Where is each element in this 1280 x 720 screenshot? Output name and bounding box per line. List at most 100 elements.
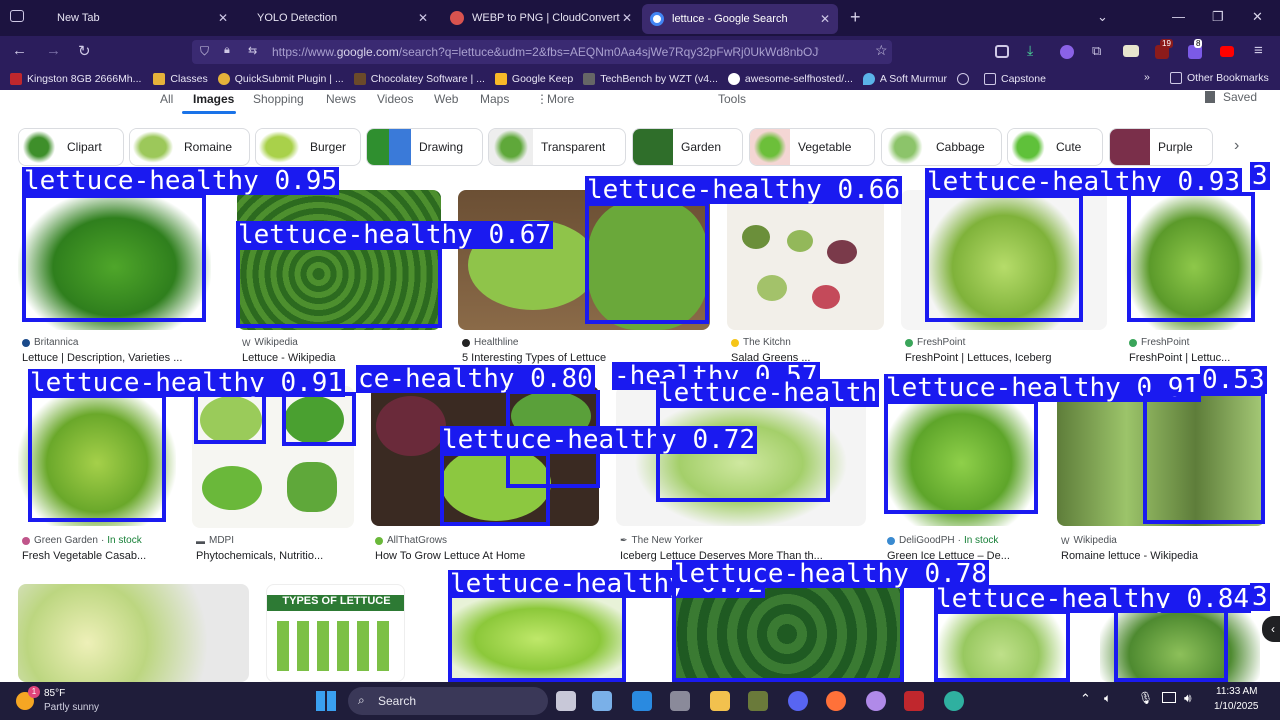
app-icon[interactable]	[866, 691, 886, 711]
close-icon[interactable]: ✕	[622, 11, 632, 25]
close-icon[interactable]: ✕	[218, 11, 228, 25]
tab-list-icon[interactable]	[10, 10, 24, 22]
chip-cabbage[interactable]: Cabbage	[881, 128, 1002, 166]
pocket-icon[interactable]	[995, 45, 1009, 58]
bookmark-item[interactable]: awesome-selfhosted/...	[727, 73, 853, 85]
tab-yolo-detection[interactable]: YOLO Detection ✕	[240, 3, 436, 33]
saved-link[interactable]: Saved	[1223, 90, 1257, 104]
discord-icon[interactable]	[788, 691, 808, 711]
back-icon[interactable]: ←	[12, 42, 27, 59]
youtube-icon[interactable]	[1220, 46, 1234, 57]
reload-icon[interactable]: ↻	[78, 42, 91, 60]
edge-icon[interactable]	[944, 691, 964, 711]
chip-burger[interactable]: Burger	[255, 128, 361, 166]
permissions-icon[interactable]: ⇆	[248, 44, 257, 57]
speaker-icon[interactable]: 🔈︎	[1104, 691, 1111, 706]
window-close-icon[interactable]: ✕	[1252, 9, 1263, 25]
bookmark-folder[interactable]: Capstone	[983, 73, 1046, 85]
result-source[interactable]: W Wikipedia	[1061, 535, 1117, 546]
result-image-types-of-lettuce[interactable]: TYPES OF LETTUCE	[266, 584, 405, 682]
weather-widget[interactable]: 1 85°F Partly sunny	[14, 686, 134, 716]
chevron-up-icon[interactable]: ⌃	[1080, 691, 1091, 707]
bookmark-item[interactable]: A Soft Murmur	[862, 73, 947, 85]
tab-news[interactable]: News	[326, 92, 356, 106]
download-icon[interactable]: ⤓	[1027, 42, 1033, 59]
result-title[interactable]: FreshPoint | Lettuces, Iceberg	[905, 352, 1105, 364]
minimize-icon[interactable]: —	[1172, 9, 1185, 24]
voicemeeter-icon[interactable]	[904, 691, 924, 711]
chevron-more-icon[interactable]: »	[1144, 71, 1150, 83]
task-view-icon[interactable]	[556, 691, 576, 711]
extension-c-icon[interactable]	[1060, 45, 1074, 59]
result-source[interactable]: ✒ The New Yorker	[620, 535, 703, 546]
clock-time[interactable]: 11:33 AM	[1216, 686, 1258, 697]
result-title[interactable]: How To Grow Lettuce At Home	[375, 550, 600, 562]
tab-web[interactable]: Web	[434, 92, 458, 106]
tab-shopping[interactable]: Shopping	[253, 92, 304, 106]
bookmark-item[interactable]: Kingston 8GB 2666Mh...	[10, 73, 141, 85]
snipping-tool-icon[interactable]	[670, 691, 690, 711]
other-bookmarks[interactable]: Other Bookmarks	[1170, 72, 1269, 84]
result-title[interactable]: Romaine lettuce - Wikipedia	[1061, 550, 1261, 562]
chevron-right-icon[interactable]: ›	[1234, 137, 1239, 155]
chip-romaine[interactable]: Romaine	[129, 128, 250, 166]
chip-clipart[interactable]: Clipart	[18, 128, 124, 166]
tools-button[interactable]: Tools	[718, 92, 746, 106]
bookmark-item[interactable]: Google Keep	[494, 73, 573, 85]
result-title[interactable]: Phytochemicals, Nutritio...	[196, 550, 351, 562]
result-title[interactable]: Lettuce | Description, Varieties ...	[22, 352, 212, 364]
result-source[interactable]: Britannica	[22, 337, 78, 348]
volume-icon[interactable]: 🔊︎	[1184, 691, 1192, 706]
result-source[interactable]: Healthline	[462, 337, 518, 348]
vscode-icon[interactable]	[632, 691, 652, 711]
tab-cloudconvert[interactable]: WEBP to PNG | CloudConvert ✕	[442, 3, 640, 33]
lock-icon[interactable]: 🔒︎	[224, 44, 230, 57]
photos-icon[interactable]	[592, 691, 612, 711]
close-icon[interactable]: ✕	[820, 12, 830, 26]
result-image-kitchn[interactable]	[727, 190, 884, 330]
bookmark-star-icon[interactable]: ☆	[875, 42, 888, 59]
result-source[interactable]: DeliGoodPH · In stock	[887, 535, 998, 546]
microphone-icon[interactable]: 🎙︎	[1138, 691, 1153, 705]
bookmark-item[interactable]: Classes	[153, 73, 208, 85]
display-icon[interactable]	[1162, 692, 1176, 703]
close-icon[interactable]: ✕	[418, 11, 428, 25]
shield-icon[interactable]: ⛉	[200, 44, 209, 59]
tab-videos[interactable]: Videos	[377, 92, 413, 106]
result-source[interactable]: FreshPoint	[905, 337, 965, 348]
taskbar-search[interactable]: ⌕ Search	[348, 687, 548, 715]
result-title[interactable]: FreshPoint | Lettuc...	[1129, 352, 1259, 364]
result-image-iceberg-cut[interactable]	[18, 584, 249, 682]
bookmark-item[interactable]	[956, 73, 974, 85]
bookmark-saved-icon[interactable]	[1205, 91, 1215, 103]
result-source[interactable]: W Wikipedia	[242, 337, 298, 348]
tab-more[interactable]: More	[547, 92, 574, 106]
windows-start-icon[interactable]	[316, 691, 336, 711]
bookmark-item[interactable]: QuickSubmit Plugin | ...	[217, 73, 344, 85]
result-source[interactable]: FreshPoint	[1129, 337, 1189, 348]
chip-garden[interactable]: Garden	[632, 128, 743, 166]
chip-vegetable[interactable]: Vegetable	[749, 128, 875, 166]
chip-purple[interactable]: Purple	[1109, 128, 1213, 166]
result-source[interactable]: AllThatGrows	[375, 535, 447, 546]
tab-all[interactable]: All	[160, 92, 173, 106]
firefox-icon[interactable]	[826, 691, 846, 711]
clock-date[interactable]: 1/10/2025	[1214, 701, 1259, 712]
result-title[interactable]: Fresh Vegetable Casab...	[22, 550, 177, 562]
bookmark-item[interactable]: TechBench by WZT (v4...	[583, 73, 718, 85]
terminal-icon[interactable]	[748, 691, 768, 711]
result-title[interactable]: Lettuce - Wikipedia	[242, 352, 432, 364]
chip-cute[interactable]: Cute	[1007, 128, 1103, 166]
result-source[interactable]: Green Garden · In stock	[22, 535, 142, 546]
restore-icon[interactable]: ❐	[1212, 9, 1224, 25]
tab-maps[interactable]: Maps	[480, 92, 509, 106]
url-bar[interactable]: ⛉ 🔒︎ ⇆ https://www. google.com/search?q=l…	[192, 40, 892, 64]
forward-icon[interactable]: →	[46, 42, 61, 59]
result-source[interactable]: ▬ MDPI	[196, 535, 234, 546]
chip-transparent[interactable]: Transparent	[488, 128, 626, 166]
extension-icon[interactable]	[1123, 45, 1139, 57]
menu-icon[interactable]: ≡	[1254, 42, 1263, 59]
tab-new-tab[interactable]: New Tab ✕	[36, 3, 236, 33]
tab-images[interactable]: Images	[193, 92, 234, 106]
bookmark-item[interactable]: Chocolatey Software | ...	[353, 73, 485, 85]
